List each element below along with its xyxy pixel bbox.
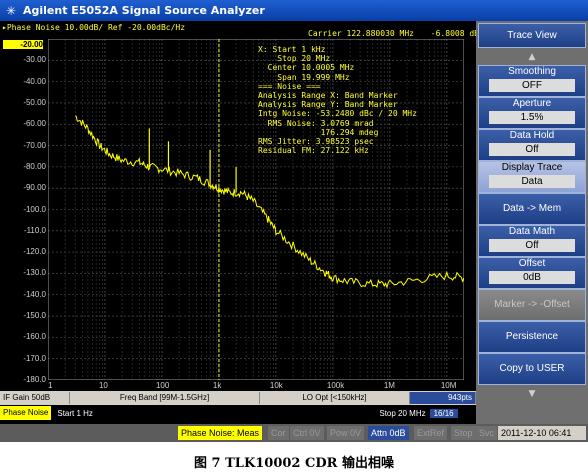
meas-status: Phase Noise: Meas [178,426,263,440]
smoothing-label: Smoothing [508,66,556,77]
title-bar: ✳ Agilent E5052A Signal Source Analyzer [0,0,588,21]
data-to-mem-label: Data -> Mem [502,203,562,214]
y-tick-label: -110.0 [23,225,46,235]
offset-button[interactable]: Offset 0dB [478,257,586,289]
display-trace-value: Data [489,175,575,188]
cor-indicator: Cor [268,426,289,440]
y-tick-label: -130.0 [23,268,46,278]
smoothing-button[interactable]: Smoothing OFF [478,65,586,97]
y-tick-label: -70.00 [23,140,46,150]
y-tick-label: -50.00 [23,97,46,107]
trace-scale-label: ▸Phase Noise 10.00dB/ Ref -20.00dBc/Hz [2,23,186,32]
marker-offset-label: Marker -> -Offset [494,299,570,310]
menu-title-label: Trace View [507,30,557,41]
y-tick-label: -120.0 [23,247,46,257]
trace-count: 16/16 [429,408,458,418]
ref-level-label: -20.00 [3,40,43,49]
x-tick-label: 1M [383,381,395,390]
pow-indicator: Pow 0V [327,426,365,440]
start-frequency: Start 1 Hz [57,408,93,418]
data-math-value: Off [489,239,575,252]
figure-caption: 图 7 TLK10002 CDR 输出相噪 [194,456,394,471]
stop-frequency: Stop 20 MHz [379,408,426,418]
data-to-mem-button[interactable]: Data -> Mem [478,193,586,225]
x-tick-label: 10k [269,381,283,390]
y-tick-label: -80.00 [23,161,46,171]
persistence-button[interactable]: Persistence [478,321,586,353]
y-tick-label: -180.0 [23,375,46,384]
data-math-button[interactable]: Data Math Off [478,225,586,257]
y-tick-label: -60.00 [23,119,46,129]
x-tick-label: 10M [440,381,457,390]
aperture-value: 1.5% [489,111,575,124]
x-tick-label: 1k [212,381,222,390]
y-tick-label: -160.0 [23,332,46,342]
status-row-1: IF Gain 50dB Freq Band [99M-1.5GHz] LO O… [0,391,476,405]
aperture-button[interactable]: Aperture 1.5% [478,97,586,129]
analysis-info: X: Start 1 kHz Stop 20 MHz Center 10.000… [258,45,417,156]
data-hold-label: Data Hold [509,130,555,141]
active-trace-label[interactable]: Phase Noise [0,406,52,420]
y-tick-label: -90.00 [23,183,46,193]
aperture-label: Aperture [512,98,552,109]
status-row-2: Phase Noise Start 1 Hz Stop 20 MHz 16/16 [0,406,476,420]
extref-indicator: ExtRef [414,426,448,440]
copy-to-user-button[interactable]: Copy to USER [478,353,586,385]
x-tick-label: 10 [98,381,108,390]
carrier-readout: Carrier 122.880030 MHz -6.8008 dBm [308,29,484,38]
scroll-down-arrow[interactable]: ▼ [478,388,586,401]
y-tick-label: -140.0 [23,289,46,299]
x-tick-label: 100 [155,381,170,390]
carrier-frequency: Carrier 122.880030 MHz [308,29,414,38]
data-hold-value: Off [489,143,575,156]
scroll-up-arrow[interactable]: ▲ [478,51,586,64]
svc-indicator: Svc [476,426,498,440]
y-tick-label: -30.00 [23,55,46,65]
if-gain: IF Gain 50dB [0,392,70,404]
y-tick-label: -40.00 [23,76,46,86]
points-count[interactable]: 943pts [410,392,476,404]
offset-label: Offset [518,258,546,269]
y-tick-label: -100.0 [23,204,46,214]
data-hold-button[interactable]: Data Hold Off [478,129,586,161]
display-trace-button[interactable]: Display Trace Data [478,161,586,193]
x-tick-label: 1 [48,381,53,390]
x-tick-label: 100k [326,381,345,390]
marker-offset-button[interactable]: Marker -> -Offset [478,289,586,321]
lo-opt: LO Opt [<150kHz] [260,392,410,404]
persistence-label: Persistence [505,331,559,342]
offset-value: 0dB [489,271,575,284]
smoothing-value: OFF [489,79,575,92]
data-math-label: Data Math [508,226,556,237]
y-tick-label: -170.0 [23,353,46,363]
copy-to-user-label: Copy to USER [499,363,565,374]
agilent-logo-icon: ✳ [5,3,17,18]
stop-indicator: Stop [451,426,476,440]
window-title: Agilent E5052A Signal Source Analyzer [23,4,265,17]
menu-title-trace-view[interactable]: Trace View [478,23,586,48]
y-tick-label: -150.0 [23,311,46,321]
display-trace-label: Display Trace [501,162,563,173]
freq-band: Freq Band [99M-1.5GHz] [70,392,260,404]
ctrl-indicator: Ctrl 0V [290,426,324,440]
attn-indicator: Attn 0dB [368,426,409,440]
datetime: 2011-12-10 06:41 [498,426,586,440]
